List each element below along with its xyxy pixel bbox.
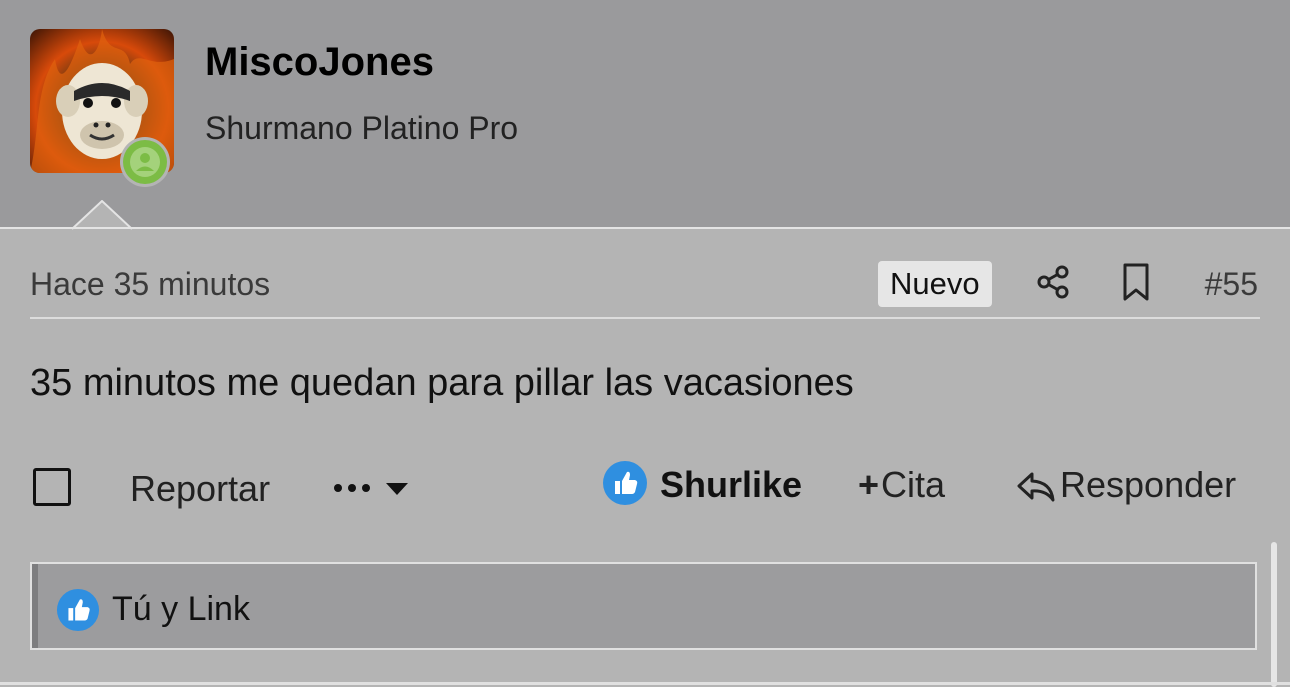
meta-divider	[30, 317, 1260, 319]
likes-summary[interactable]: Tú y Link	[30, 562, 1257, 650]
header-pointer-arrow	[72, 200, 132, 230]
likes-accent-bar	[32, 564, 38, 648]
bottom-divider	[0, 682, 1290, 685]
reply-label: Responder	[1060, 464, 1237, 505]
reply-icon	[1017, 472, 1055, 502]
report-button[interactable]: Reportar	[130, 468, 270, 510]
new-badge: Nuevo	[878, 261, 992, 307]
quote-label: Cita	[881, 464, 946, 505]
share-icon[interactable]	[1035, 264, 1071, 300]
likes-text[interactable]: Tú y Link	[112, 590, 250, 629]
post-actions: Reportar Shurlike +Cita Responder	[30, 460, 1260, 520]
plus-icon: +	[858, 464, 880, 505]
online-status-indicator	[120, 137, 170, 187]
post-meta-row: Hace 35 minutos Nuevo #55	[30, 258, 1260, 310]
user-icon	[130, 147, 160, 177]
post-timestamp[interactable]: Hace 35 minutos	[30, 266, 270, 303]
bookmark-icon[interactable]	[1120, 262, 1152, 302]
select-checkbox[interactable]	[33, 468, 71, 506]
post-body: 35 minutos me quedan para pillar las vac…	[30, 362, 854, 404]
scrollbar[interactable]	[1271, 542, 1277, 687]
user-title: Shurmano Platino Pro	[205, 110, 519, 146]
username[interactable]: MiscoJones	[205, 40, 434, 85]
more-options-icon[interactable]	[332, 466, 412, 510]
post-number[interactable]: #55	[1205, 266, 1258, 303]
shurlike-button[interactable]: Shurlike	[660, 464, 802, 506]
header-divider	[0, 227, 1290, 229]
like-icon	[56, 588, 100, 632]
post-header: MiscoJones Shurmano Platino Pro	[0, 0, 1290, 228]
reply-button[interactable]: Responder	[1016, 464, 1236, 506]
quote-button[interactable]: +Cita	[858, 464, 945, 506]
shurlike-icon[interactable]	[602, 460, 648, 506]
